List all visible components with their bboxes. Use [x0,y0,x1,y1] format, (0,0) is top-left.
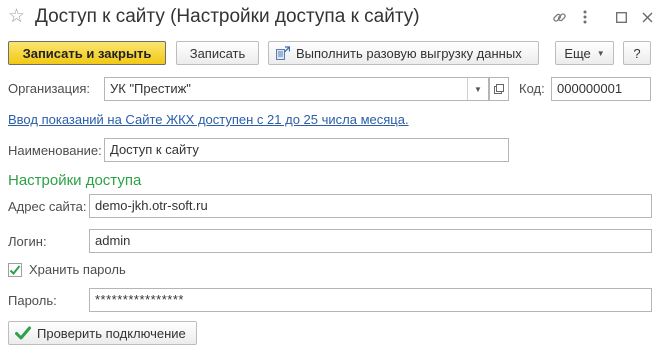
code-field[interactable]: 000000001 [551,77,651,101]
export-label: Выполнить разовую выгрузку данных [296,45,522,61]
star-icon[interactable]: ☆ [8,7,25,27]
maximize-icon[interactable] [611,7,631,27]
code-value: 000000001 [557,81,623,96]
org-open-button[interactable] [489,77,509,101]
check-connection-button[interactable]: Проверить подключение [8,321,197,345]
site-value: demo-jkh.otr-soft.ru [95,198,208,213]
site-label: Адрес сайта: [8,199,87,214]
window-title: Доступ к сайту (Настройки доступа к сайт… [35,6,420,27]
more-button[interactable]: Еще ▼ [555,41,614,65]
help-label: ? [633,45,641,61]
checkmark-icon [9,264,21,276]
save-label: Записать [189,45,246,61]
more-vert-icon[interactable] [575,7,595,27]
save-and-close-button[interactable]: Записать и закрыть [8,41,166,65]
password-value: **************** [95,292,184,307]
chevron-down-icon: ▼ [596,48,605,58]
help-button[interactable]: ? [623,41,651,65]
login-label: Логин: [8,234,47,249]
org-label: Организация: [8,81,91,96]
org-field[interactable]: УК "Престиж" [104,77,489,101]
code-label: Код: [519,81,545,96]
remember-password-checkbox[interactable] [8,263,22,277]
name-value: Доступ к сайту [110,142,199,157]
save-and-close-label: Записать и закрыть [22,45,152,61]
chevron-down-icon: ▼ [474,84,482,94]
org-dropdown-button[interactable]: ▼ [467,78,488,100]
open-icon [494,84,504,94]
login-field[interactable]: admin [89,229,652,253]
check-connection-label: Проверить подключение [37,325,186,341]
login-value: admin [95,233,131,248]
save-button[interactable]: Записать [176,41,259,65]
org-value: УК "Престиж" [110,81,191,96]
export-icon [276,46,290,60]
password-label: Пароль: [8,293,57,308]
checkmark-icon [15,326,31,340]
more-label: Еще [564,45,591,61]
section-title: Настройки доступа [8,172,142,189]
close-icon[interactable] [637,7,657,27]
site-field[interactable]: demo-jkh.otr-soft.ru [89,194,652,218]
password-field[interactable]: **************** [89,288,652,312]
remember-password-label[interactable]: Хранить пароль [29,262,126,278]
export-once-button[interactable]: Выполнить разовую выгрузку данных [268,41,539,65]
name-field[interactable]: Доступ к сайту [104,138,509,162]
link-icon[interactable] [549,7,569,27]
info-link[interactable]: Ввод показаний на Сайте ЖКХ доступен с 2… [8,112,409,127]
name-label: Наименование: [8,143,102,158]
